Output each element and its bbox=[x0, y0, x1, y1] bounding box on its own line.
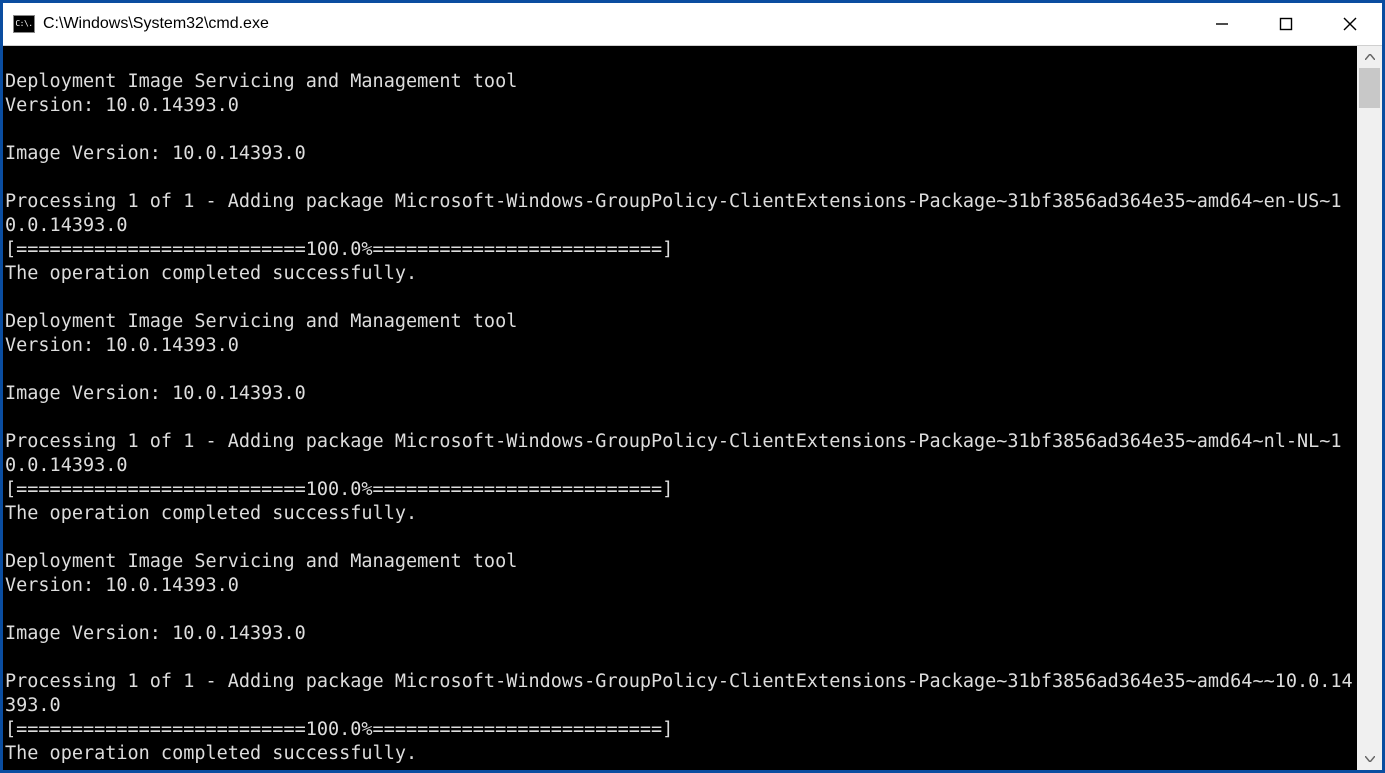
cmd-window: C:\. C:\Windows\System32\cmd.exe Deploym… bbox=[2, 2, 1383, 771]
client-area: Deployment Image Servicing and Managemen… bbox=[3, 46, 1382, 770]
chevron-down-icon bbox=[1365, 756, 1375, 762]
minimize-button[interactable] bbox=[1190, 3, 1254, 45]
cmd-icon: C:\. bbox=[13, 15, 35, 33]
chevron-up-icon bbox=[1365, 54, 1375, 60]
maximize-icon bbox=[1279, 17, 1293, 31]
scroll-down-arrow-icon[interactable] bbox=[1357, 748, 1382, 770]
cmd-icon-label: C:\. bbox=[15, 20, 32, 28]
maximize-button[interactable] bbox=[1254, 3, 1318, 45]
window-controls bbox=[1190, 3, 1382, 45]
scrollbar-track[interactable] bbox=[1357, 68, 1382, 748]
vertical-scrollbar[interactable] bbox=[1357, 46, 1382, 770]
minimize-icon bbox=[1215, 17, 1229, 31]
console-output[interactable]: Deployment Image Servicing and Managemen… bbox=[3, 46, 1357, 770]
scrollbar-thumb[interactable] bbox=[1359, 68, 1380, 108]
close-button[interactable] bbox=[1318, 3, 1382, 45]
titlebar[interactable]: C:\. C:\Windows\System32\cmd.exe bbox=[3, 3, 1382, 46]
close-icon bbox=[1342, 16, 1358, 32]
window-title: C:\Windows\System32\cmd.exe bbox=[43, 15, 1190, 33]
scroll-up-arrow-icon[interactable] bbox=[1357, 46, 1382, 68]
